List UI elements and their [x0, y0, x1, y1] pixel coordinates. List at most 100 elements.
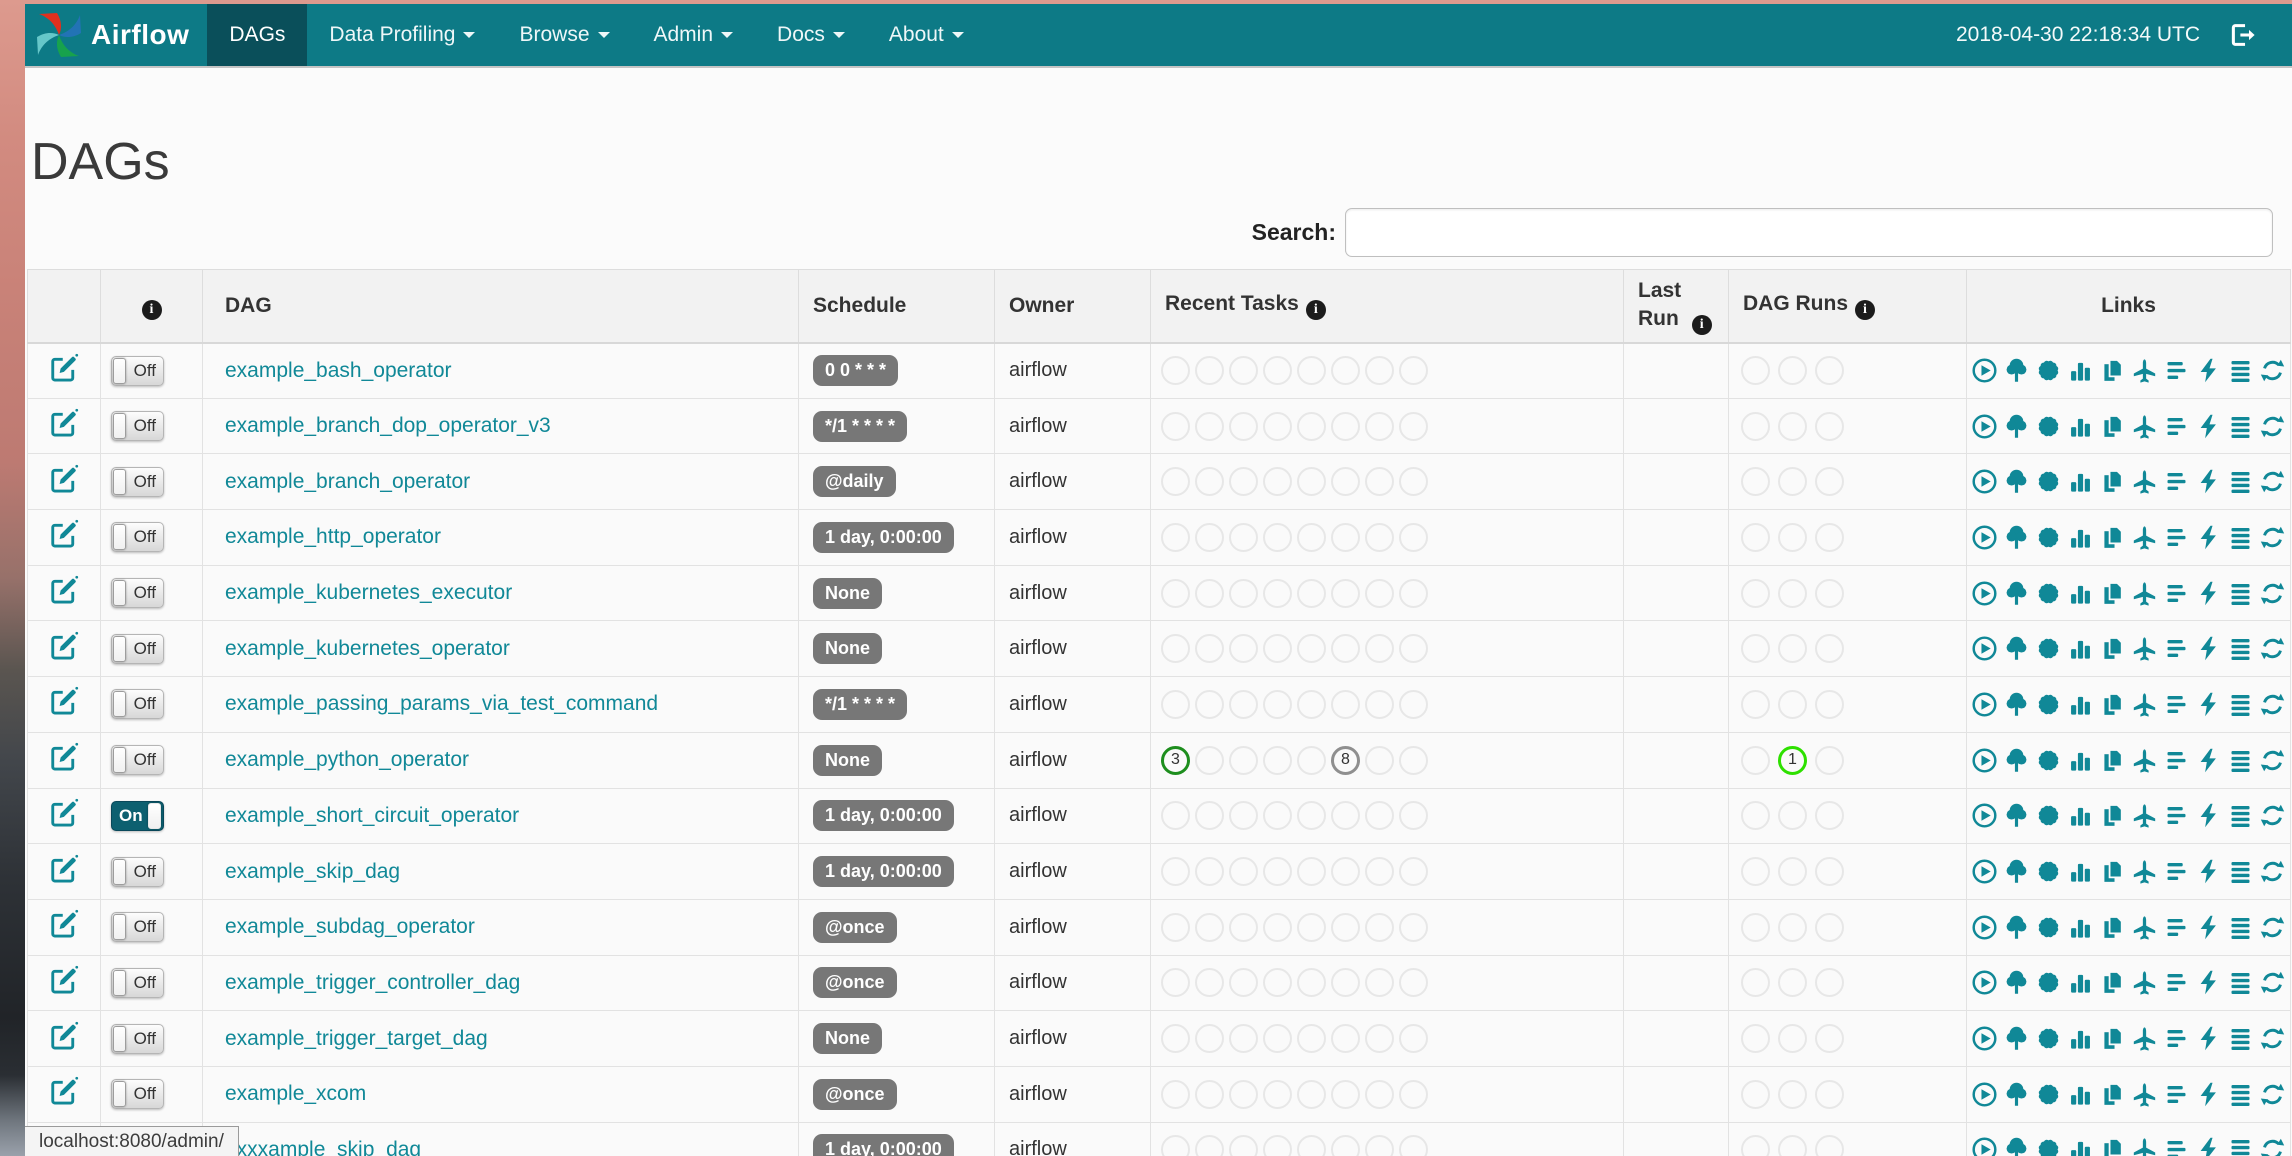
- refresh-icon[interactable]: [2259, 858, 2286, 885]
- dag-run-circle[interactable]: [1741, 578, 1770, 608]
- task-state-circle[interactable]: [1399, 578, 1428, 608]
- trigger-dag-icon[interactable]: [1971, 357, 1998, 384]
- trigger-dag-icon[interactable]: [1971, 802, 1998, 829]
- refresh-icon[interactable]: [2259, 413, 2286, 440]
- trigger-dag-icon[interactable]: [1971, 914, 1998, 941]
- task-state-circle[interactable]: [1399, 801, 1428, 831]
- search-input[interactable]: [1345, 208, 2273, 257]
- dag-run-circle[interactable]: [1778, 411, 1807, 441]
- task-state-circle[interactable]: [1263, 634, 1292, 664]
- task-state-circle[interactable]: [1365, 1024, 1394, 1054]
- dag-run-circle[interactable]: [1778, 801, 1807, 831]
- trigger-dag-icon[interactable]: [1971, 580, 1998, 607]
- logs-icon[interactable]: [2227, 580, 2254, 607]
- refresh-icon[interactable]: [2259, 580, 2286, 607]
- gantt-view-icon[interactable]: [2163, 580, 2190, 607]
- task-state-circle[interactable]: [1263, 467, 1292, 497]
- task-state-circle[interactable]: [1331, 467, 1360, 497]
- dag-pause-toggle[interactable]: Off: [111, 967, 164, 998]
- task-state-circle[interactable]: [1365, 745, 1394, 775]
- task-state-circle[interactable]: 3: [1161, 745, 1190, 775]
- tree-view-icon[interactable]: [2003, 969, 2030, 996]
- trigger-dag-icon[interactable]: [1971, 1081, 1998, 1108]
- dag-link[interactable]: example_xcom: [225, 1082, 366, 1105]
- logs-icon[interactable]: [2227, 413, 2254, 440]
- task-state-circle[interactable]: [1229, 356, 1258, 386]
- dag-run-circle[interactable]: [1778, 467, 1807, 497]
- task-duration-icon[interactable]: [2067, 691, 2094, 718]
- refresh-icon[interactable]: [2259, 1136, 2286, 1156]
- dag-run-circle[interactable]: [1815, 522, 1844, 552]
- landing-times-icon[interactable]: [2131, 802, 2158, 829]
- task-duration-icon[interactable]: [2067, 914, 2094, 941]
- nav-item-browse[interactable]: Browse: [497, 4, 631, 66]
- code-view-icon[interactable]: [2195, 1081, 2222, 1108]
- dag-run-circle[interactable]: [1778, 522, 1807, 552]
- logs-icon[interactable]: [2227, 691, 2254, 718]
- task-tries-icon[interactable]: [2099, 524, 2126, 551]
- dag-run-circle[interactable]: 1: [1778, 745, 1807, 775]
- gantt-view-icon[interactable]: [2163, 691, 2190, 718]
- graph-view-icon[interactable]: [2035, 914, 2062, 941]
- dag-run-circle[interactable]: [1741, 522, 1770, 552]
- refresh-icon[interactable]: [2259, 357, 2286, 384]
- task-state-circle[interactable]: [1365, 467, 1394, 497]
- refresh-icon[interactable]: [2259, 747, 2286, 774]
- nav-item-data-profiling[interactable]: Data Profiling: [307, 4, 497, 66]
- edit-dag-icon[interactable]: [49, 464, 79, 494]
- trigger-dag-icon[interactable]: [1971, 468, 1998, 495]
- task-state-circle[interactable]: [1297, 801, 1326, 831]
- task-state-circle[interactable]: [1399, 522, 1428, 552]
- task-state-circle[interactable]: [1399, 1079, 1428, 1109]
- task-state-circle[interactable]: [1161, 1079, 1190, 1109]
- edit-dag-icon[interactable]: [49, 686, 79, 716]
- dag-run-circle[interactable]: [1741, 689, 1770, 719]
- tree-view-icon[interactable]: [2003, 747, 2030, 774]
- dag-pause-toggle[interactable]: Off: [111, 466, 164, 497]
- gantt-view-icon[interactable]: [2163, 1136, 2190, 1156]
- gantt-view-icon[interactable]: [2163, 858, 2190, 885]
- task-state-circle[interactable]: [1297, 1079, 1326, 1109]
- code-view-icon[interactable]: [2195, 413, 2222, 440]
- tree-view-icon[interactable]: [2003, 914, 2030, 941]
- landing-times-icon[interactable]: [2131, 1025, 2158, 1052]
- task-state-circle[interactable]: [1195, 411, 1224, 441]
- code-view-icon[interactable]: [2195, 858, 2222, 885]
- landing-times-icon[interactable]: [2131, 468, 2158, 495]
- task-state-circle[interactable]: [1297, 356, 1326, 386]
- dag-run-circle[interactable]: [1778, 1079, 1807, 1109]
- dag-run-circle[interactable]: [1815, 578, 1844, 608]
- task-duration-icon[interactable]: [2067, 969, 2094, 996]
- task-tries-icon[interactable]: [2099, 1136, 2126, 1156]
- task-state-circle[interactable]: [1195, 522, 1224, 552]
- edit-dag-icon[interactable]: [49, 353, 79, 383]
- refresh-icon[interactable]: [2259, 969, 2286, 996]
- task-state-circle[interactable]: [1229, 1079, 1258, 1109]
- task-tries-icon[interactable]: [2099, 802, 2126, 829]
- trigger-dag-icon[interactable]: [1971, 969, 1998, 996]
- task-state-circle[interactable]: [1195, 968, 1224, 998]
- tree-view-icon[interactable]: [2003, 580, 2030, 607]
- tree-view-icon[interactable]: [2003, 802, 2030, 829]
- dag-run-circle[interactable]: [1815, 745, 1844, 775]
- logs-icon[interactable]: [2227, 747, 2254, 774]
- task-state-circle[interactable]: [1263, 1135, 1292, 1156]
- tree-view-icon[interactable]: [2003, 1081, 2030, 1108]
- task-state-circle[interactable]: [1229, 745, 1258, 775]
- graph-view-icon[interactable]: [2035, 357, 2062, 384]
- task-state-circle[interactable]: [1229, 411, 1258, 441]
- code-view-icon[interactable]: [2195, 747, 2222, 774]
- dag-run-circle[interactable]: [1741, 912, 1770, 942]
- dag-link[interactable]: exxxample_skip_dag: [225, 1138, 421, 1156]
- edit-dag-icon[interactable]: [49, 854, 79, 884]
- dag-run-circle[interactable]: [1778, 1024, 1807, 1054]
- task-state-circle[interactable]: [1399, 689, 1428, 719]
- graph-view-icon[interactable]: [2035, 1136, 2062, 1156]
- code-view-icon[interactable]: [2195, 914, 2222, 941]
- dag-link[interactable]: example_python_operator: [225, 748, 469, 771]
- refresh-icon[interactable]: [2259, 524, 2286, 551]
- task-state-circle[interactable]: [1297, 522, 1326, 552]
- graph-view-icon[interactable]: [2035, 802, 2062, 829]
- refresh-icon[interactable]: [2259, 1025, 2286, 1052]
- task-tries-icon[interactable]: [2099, 914, 2126, 941]
